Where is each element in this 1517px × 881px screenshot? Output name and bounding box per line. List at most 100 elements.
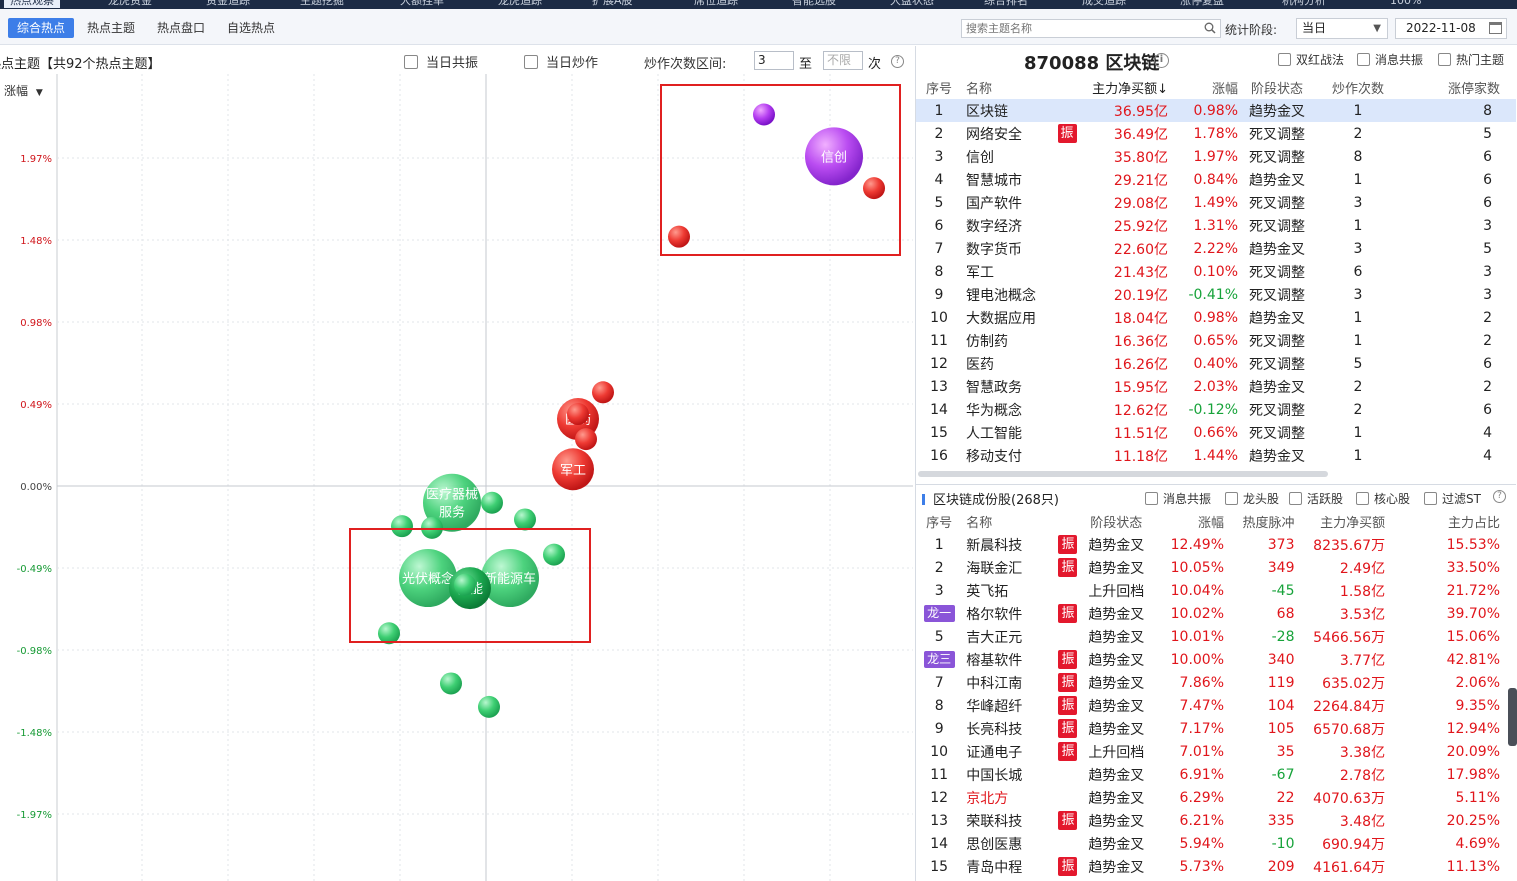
bubble-circle[interactable] bbox=[543, 543, 565, 566]
checkbox-box[interactable] bbox=[1289, 492, 1302, 505]
table-row[interactable]: 9 锂电池概念 20.19亿 -0.41% 死叉调整 3 3 bbox=[916, 283, 1516, 306]
bubble-circle[interactable] bbox=[668, 225, 690, 248]
theme-name[interactable]: 网络安全 bbox=[962, 122, 1054, 145]
horizontal-scrollbar[interactable] bbox=[918, 471, 1328, 477]
table-row[interactable]: 11 中国长城 趋势金叉 6.91% -67 2.78亿 17.98% bbox=[916, 763, 1516, 786]
top-tab[interactable]: 资金追踪 bbox=[206, 0, 250, 8]
theme-bubble[interactable] bbox=[391, 515, 413, 538]
checkbox-hot-theme[interactable]: 热门主题 bbox=[1438, 51, 1504, 68]
table-row[interactable]: 16 移动支付 11.18亿 1.44% 趋势金叉 1 4 bbox=[916, 444, 1516, 467]
table-row[interactable]: 5 国产软件 29.08亿 1.49% 死叉调整 3 6 bbox=[916, 191, 1516, 214]
checkbox-box[interactable] bbox=[1424, 492, 1437, 505]
date-picker[interactable]: 2022-11-08 bbox=[1395, 18, 1507, 39]
theme-name[interactable]: 锂电池概念 bbox=[962, 283, 1054, 306]
checkbox-box[interactable] bbox=[1225, 492, 1238, 505]
theme-bubble[interactable]: 光伏概念 bbox=[399, 549, 457, 608]
theme-bubble[interactable]: 新能源车 bbox=[481, 549, 539, 608]
theme-name[interactable]: 军工 bbox=[962, 260, 1054, 283]
bubble-circle[interactable] bbox=[481, 491, 503, 514]
checkbox-sub-news[interactable]: 消息共振 bbox=[1145, 490, 1211, 507]
theme-bubble[interactable] bbox=[575, 428, 597, 451]
theme-bubble[interactable] bbox=[421, 516, 443, 539]
table-row[interactable]: 2 网络安全振 36.49亿 1.78% 死叉调整 2 5 bbox=[916, 122, 1516, 145]
table-row[interactable]: 10 证通电子振上升回档 7.01% 35 3.38亿 20.09% bbox=[916, 740, 1516, 763]
table-row[interactable]: 4 智慧城市 29.21亿 0.84% 趋势金叉 1 6 bbox=[916, 168, 1516, 191]
stock-name[interactable]: 吉大正元 bbox=[962, 625, 1055, 648]
theme-name[interactable]: 信创 bbox=[962, 145, 1054, 168]
theme-name[interactable]: 数字货币 bbox=[962, 237, 1054, 260]
bubble-circle[interactable] bbox=[454, 573, 476, 596]
top-tab[interactable]: 涨停复盘 bbox=[1180, 0, 1224, 8]
theme-bubble[interactable] bbox=[668, 225, 690, 248]
bubble-circle[interactable] bbox=[421, 516, 443, 539]
col-header-net-buy[interactable]: 主力净买额↓ bbox=[1080, 76, 1168, 99]
top-tab[interactable]: 大额挂单 bbox=[400, 0, 444, 8]
col-header-heat[interactable]: 热度脉冲 bbox=[1224, 510, 1294, 533]
stock-name[interactable]: 华峰超纤 bbox=[962, 694, 1055, 717]
theme-name[interactable]: 国产软件 bbox=[962, 191, 1054, 214]
stock-name[interactable]: 中科江南 bbox=[962, 671, 1055, 694]
col-header-net-buy[interactable]: 主力净买额 bbox=[1294, 510, 1385, 533]
table-row[interactable]: 8 华峰超纤振趋势金叉 7.47% 104 2264.84万 9.35% bbox=[916, 694, 1516, 717]
theme-bubble[interactable] bbox=[378, 622, 400, 645]
checkbox-box[interactable] bbox=[404, 54, 418, 69]
theme-bubble[interactable] bbox=[454, 573, 476, 596]
checkbox-box[interactable] bbox=[524, 54, 538, 69]
theme-name[interactable]: 仿制药 bbox=[962, 329, 1054, 352]
col-header-limit-up[interactable]: 涨停家数 bbox=[1400, 76, 1516, 99]
table-row[interactable]: 10 大数据应用 18.04亿 0.98% 趋势金叉 1 2 bbox=[916, 306, 1516, 329]
table-row[interactable]: 13 智慧政务 15.95亿 2.03% 趋势金叉 2 2 bbox=[916, 375, 1516, 398]
theme-search-box[interactable] bbox=[961, 19, 1221, 38]
top-tab[interactable]: 龙虎资金 bbox=[108, 0, 152, 8]
checkbox-sub-core[interactable]: 核心股 bbox=[1356, 490, 1410, 507]
table-row[interactable]: 7 数字货币 22.60亿 2.22% 趋势金叉 3 5 bbox=[916, 237, 1516, 260]
col-header-index[interactable]: 序号 bbox=[916, 510, 962, 533]
col-header-hype-times[interactable]: 炒作次数 bbox=[1316, 76, 1400, 99]
table-row[interactable]: 5 吉大正元 趋势金叉 10.01% -28 5466.56万 15.06% bbox=[916, 625, 1516, 648]
stock-name[interactable]: 榕基软件 bbox=[962, 648, 1055, 671]
stat-stage-select[interactable]: 当日 ▼ bbox=[1296, 18, 1388, 39]
hype-range-to-input[interactable]: 不限 bbox=[823, 51, 863, 70]
checkbox-news-resonance[interactable]: 消息共振 bbox=[1357, 51, 1423, 68]
top-tab[interactable]: 智能选股 bbox=[792, 0, 836, 8]
checkbox-box[interactable] bbox=[1278, 53, 1291, 66]
theme-name[interactable]: 数字经济 bbox=[962, 214, 1054, 237]
top-tab[interactable]: 机构分析 bbox=[1282, 0, 1326, 8]
theme-name[interactable]: 医药 bbox=[962, 352, 1054, 375]
table-row[interactable]: 13 荣联科技振趋势金叉 6.21% 335 3.48亿 20.25% bbox=[916, 809, 1516, 832]
theme-name[interactable]: 移动支付 bbox=[962, 444, 1054, 467]
theme-bubble[interactable] bbox=[567, 403, 589, 426]
checkbox-sub-filter-st[interactable]: 过滤ST bbox=[1424, 490, 1481, 507]
theme-bubble[interactable] bbox=[592, 381, 614, 404]
table-row[interactable]: 龙三 榕基软件振趋势金叉 10.00% 340 3.77亿 42.81% bbox=[916, 648, 1516, 671]
table-row[interactable]: 9 长亮科技振趋势金叉 7.17% 105 6570.68万 12.94% bbox=[916, 717, 1516, 740]
table-row[interactable]: 7 中科江南振趋势金叉 7.86% 119 635.02万 2.06% bbox=[916, 671, 1516, 694]
checkbox-sub-leader[interactable]: 龙头股 bbox=[1225, 490, 1279, 507]
theme-bubble[interactable]: 军工 bbox=[552, 448, 594, 491]
col-header-change[interactable]: 涨幅 bbox=[1168, 76, 1238, 99]
table-row[interactable]: 11 仿制药 16.36亿 0.65% 死叉调整 1 2 bbox=[916, 329, 1516, 352]
bubble-circle[interactable] bbox=[440, 672, 462, 695]
calendar-icon[interactable] bbox=[1489, 22, 1502, 34]
top-tab[interactable]: 热点观察 bbox=[4, 0, 60, 8]
stock-name[interactable]: 新晨科技 bbox=[962, 533, 1055, 556]
stock-name[interactable]: 青岛中程 bbox=[962, 855, 1055, 878]
table-row[interactable]: 12 医药 16.26亿 0.40% 死叉调整 5 6 bbox=[916, 352, 1516, 375]
search-icon[interactable] bbox=[1204, 22, 1216, 34]
stock-name[interactable]: 中国长城 bbox=[962, 763, 1055, 786]
stock-name[interactable]: 京北方 bbox=[962, 786, 1055, 809]
theme-bubble[interactable] bbox=[543, 543, 565, 566]
col-header-name[interactable]: 名称 bbox=[962, 76, 1054, 99]
theme-bubble[interactable] bbox=[478, 695, 500, 718]
checkbox-box[interactable] bbox=[1145, 492, 1158, 505]
theme-bubble[interactable] bbox=[514, 508, 536, 531]
stock-name[interactable]: 海联金汇 bbox=[962, 556, 1055, 579]
stock-name[interactable]: 长亮科技 bbox=[962, 717, 1055, 740]
theme-bubble[interactable] bbox=[440, 672, 462, 695]
col-header-stage[interactable]: 阶段状态 bbox=[1238, 76, 1316, 99]
bubble-circle[interactable] bbox=[592, 381, 614, 404]
bubble-circle[interactable] bbox=[753, 103, 775, 126]
top-tab[interactable]: 席位追踪 bbox=[694, 0, 738, 8]
top-tab[interactable]: 扩展A股 bbox=[592, 0, 633, 8]
tab-composite-hot[interactable]: 综合热点 bbox=[8, 18, 75, 38]
